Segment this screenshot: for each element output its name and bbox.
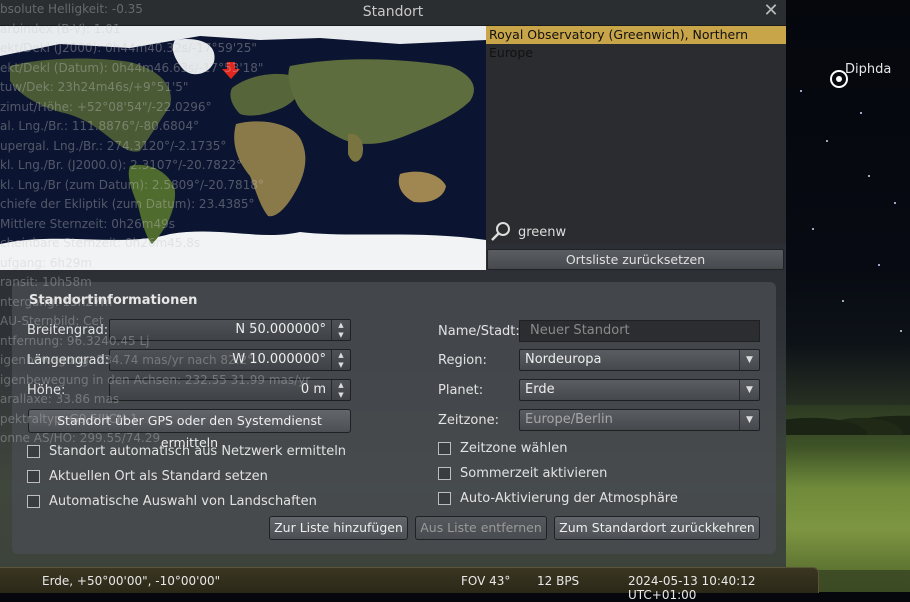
search-input[interactable]: [516, 221, 782, 243]
location-list[interactable]: Royal Observatory (Greenwich), Northern …: [486, 26, 786, 244]
checkbox-box[interactable]: [27, 470, 40, 483]
star: [812, 228, 814, 230]
dropdown-arrow-icon[interactable]: ▼: [739, 380, 759, 400]
section-title: Standortinformationen: [29, 293, 198, 308]
checkbox-box[interactable]: [27, 495, 40, 508]
location-dialog: Standort ✕ Royal Observatory (Greenwich)…: [0, 0, 786, 567]
checkbox-network-location[interactable]: Standort automatisch aus Netzwerk ermitt…: [27, 444, 346, 459]
add-to-list-button[interactable]: Zur Liste hinzufügen: [269, 516, 408, 540]
spin-down-icon[interactable]: ▼: [332, 360, 350, 370]
remove-from-list-button[interactable]: Aus Liste entfernen: [415, 516, 547, 540]
planet-value: Erde: [525, 382, 555, 397]
star: [868, 175, 870, 177]
spin-up-icon[interactable]: ▲: [332, 380, 350, 390]
dropdown-arrow-icon[interactable]: ▼: [739, 410, 759, 430]
planet-select[interactable]: Erde ▼: [519, 379, 760, 401]
star: [878, 264, 880, 266]
checkbox-choose-timezone[interactable]: Zeitzone wählen: [438, 441, 567, 456]
list-item-selected[interactable]: Royal Observatory (Greenwich), Northern …: [486, 26, 786, 60]
star: [894, 202, 896, 204]
status-bar: Erde, +50°00'00", -10°00'00" FOV 43° 12 …: [0, 567, 819, 602]
dropdown-arrow-icon[interactable]: ▼: [739, 350, 759, 370]
status-location: Erde, +50°00'00", -10°00'00": [42, 574, 221, 588]
checkbox-dst[interactable]: Sommerzeit aktivieren: [438, 466, 607, 481]
world-map-graphic: [0, 26, 486, 270]
landscape: [786, 405, 910, 570]
spin-down-icon[interactable]: ▼: [332, 390, 350, 400]
spin-up-icon[interactable]: ▲: [332, 320, 350, 330]
checkbox-box[interactable]: [27, 445, 40, 458]
return-to-default-button[interactable]: Zum Standardort zurückkehren: [554, 516, 760, 540]
spin-down-icon[interactable]: ▼: [332, 330, 350, 340]
star: [826, 140, 828, 142]
region-label: Region:: [438, 353, 487, 368]
star: [860, 112, 862, 114]
checkbox-label: Sommerzeit aktivieren: [460, 466, 608, 481]
reset-list-button[interactable]: Ortsliste zurücksetzen: [487, 249, 784, 270]
dialog-title: Standort: [362, 4, 424, 20]
name-label: Name/Stadt:: [438, 324, 520, 339]
latitude-value: N 50.000000°: [235, 322, 326, 337]
latitude-label: Breitengrad:: [27, 323, 109, 338]
checkbox-auto-landscape[interactable]: Automatische Auswahl von Landschaften: [27, 494, 317, 509]
title-bar[interactable]: Standort ✕: [0, 0, 786, 26]
latitude-spinbox[interactable]: N 50.000000° ▲ ▼: [109, 319, 351, 341]
spin-up-icon[interactable]: ▲: [332, 350, 350, 360]
checkbox-label: Automatische Auswahl von Landschaften: [49, 494, 317, 509]
timezone-value: Europe/Berlin: [525, 412, 613, 427]
status-fps: 12 BPS: [537, 574, 580, 588]
checkbox-box[interactable]: [438, 467, 451, 480]
star: [800, 90, 802, 92]
timezone-select[interactable]: Europe/Berlin ▼: [519, 409, 760, 431]
location-marker-icon[interactable]: [222, 62, 240, 80]
longitude-spinbox[interactable]: W 10.000000° ▲ ▼: [109, 349, 351, 371]
region-select[interactable]: Nordeuropa ▼: [519, 349, 760, 371]
close-icon[interactable]: ✕: [762, 1, 780, 21]
region-value: Nordeuropa: [525, 352, 602, 367]
longitude-label: Längengrad:: [27, 353, 110, 368]
planet-label: Planet:: [438, 383, 484, 398]
altitude-label: Höhe:: [27, 383, 66, 398]
timezone-label: Zeitzone:: [438, 413, 500, 428]
star: [900, 330, 902, 332]
star-label: Diphda: [845, 62, 892, 77]
checkbox-auto-atmosphere[interactable]: Auto-Aktivierung der Atmosphäre: [438, 491, 678, 506]
checkbox-box[interactable]: [438, 492, 451, 505]
checkbox-set-default[interactable]: Aktuellen Ort als Standard setzen: [27, 469, 268, 484]
checkbox-label: Zeitzone wählen: [460, 441, 568, 456]
name-field[interactable]: Neuer Standort: [519, 320, 760, 342]
world-map[interactable]: [0, 26, 486, 270]
longitude-value: W 10.000000°: [232, 352, 326, 367]
status-datetime: 2024-05-13 10:40:12 UTC+01:00: [628, 574, 756, 602]
altitude-spinbox[interactable]: 0 m ▲ ▼: [109, 379, 351, 401]
search-icon: [491, 222, 510, 241]
checkbox-box[interactable]: [438, 442, 451, 455]
status-fov: FOV 43°: [461, 574, 511, 588]
gps-button[interactable]: Standort über GPS oder den Systemdienst …: [28, 409, 351, 450]
altitude-value: 0 m: [300, 382, 326, 397]
star: [842, 300, 844, 302]
checkbox-label: Aktuellen Ort als Standard setzen: [49, 469, 268, 484]
search-row: [486, 218, 786, 244]
checkbox-label: Auto-Aktivierung der Atmosphäre: [460, 491, 678, 506]
checkbox-label: Standort automatisch aus Netzwerk ermitt…: [49, 444, 347, 459]
